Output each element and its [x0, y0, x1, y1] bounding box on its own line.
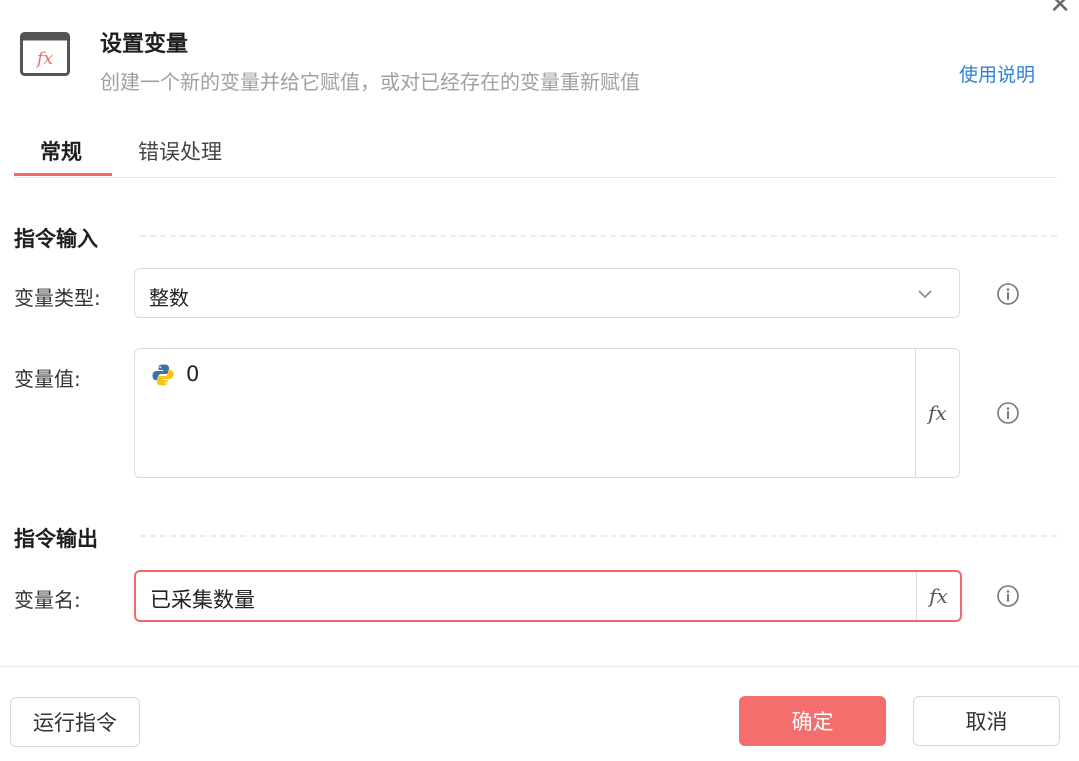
variable-type-value: 整数 — [149, 286, 189, 310]
input-section-title: 指令输入 — [14, 227, 98, 251]
info-icon[interactable] — [997, 585, 1019, 607]
variable-name-input[interactable]: 已采集数量 fx — [134, 570, 962, 622]
dialog-title: 设置变量 — [100, 32, 189, 57]
fx-expression-button[interactable]: fx — [915, 349, 959, 477]
dialog-subtitle: 创建一个新的变量并给它赋值，或对已经存在的变量重新赋值 — [100, 70, 640, 94]
active-tab-indicator — [14, 173, 112, 176]
section-divider — [140, 535, 1057, 537]
variable-value-input[interactable]: 0 fx — [134, 348, 960, 478]
cancel-button[interactable]: 取消 — [913, 696, 1060, 746]
info-icon[interactable] — [997, 283, 1019, 305]
tab-general[interactable]: 常规 — [40, 136, 82, 166]
output-section-title: 指令输出 — [14, 527, 98, 551]
section-divider — [140, 235, 1057, 237]
python-icon — [152, 364, 174, 386]
variable-name-label: 变量名: — [14, 588, 81, 612]
close-icon[interactable]: ✕ — [1049, 0, 1071, 18]
run-command-button[interactable]: 运行指令 — [10, 697, 140, 747]
variable-value-text: 0 — [186, 362, 200, 386]
footer-divider — [0, 666, 1079, 667]
info-icon[interactable] — [997, 402, 1019, 424]
tab-error-handling[interactable]: 错误处理 — [138, 136, 222, 166]
tabs-divider — [14, 177, 1057, 178]
variable-name-text: 已采集数量 — [150, 588, 255, 612]
fx-function-icon: fx — [20, 32, 70, 76]
chevron-down-icon — [918, 290, 932, 299]
help-link[interactable]: 使用说明 — [959, 60, 1035, 87]
variable-type-label: 变量类型: — [14, 286, 101, 310]
variable-type-select[interactable]: 整数 — [134, 268, 960, 318]
fx-expression-button[interactable]: fx — [916, 572, 960, 620]
confirm-button[interactable]: 确定 — [739, 696, 886, 746]
variable-value-label: 变量值: — [14, 367, 81, 391]
svg-text:fx: fx — [35, 49, 53, 69]
